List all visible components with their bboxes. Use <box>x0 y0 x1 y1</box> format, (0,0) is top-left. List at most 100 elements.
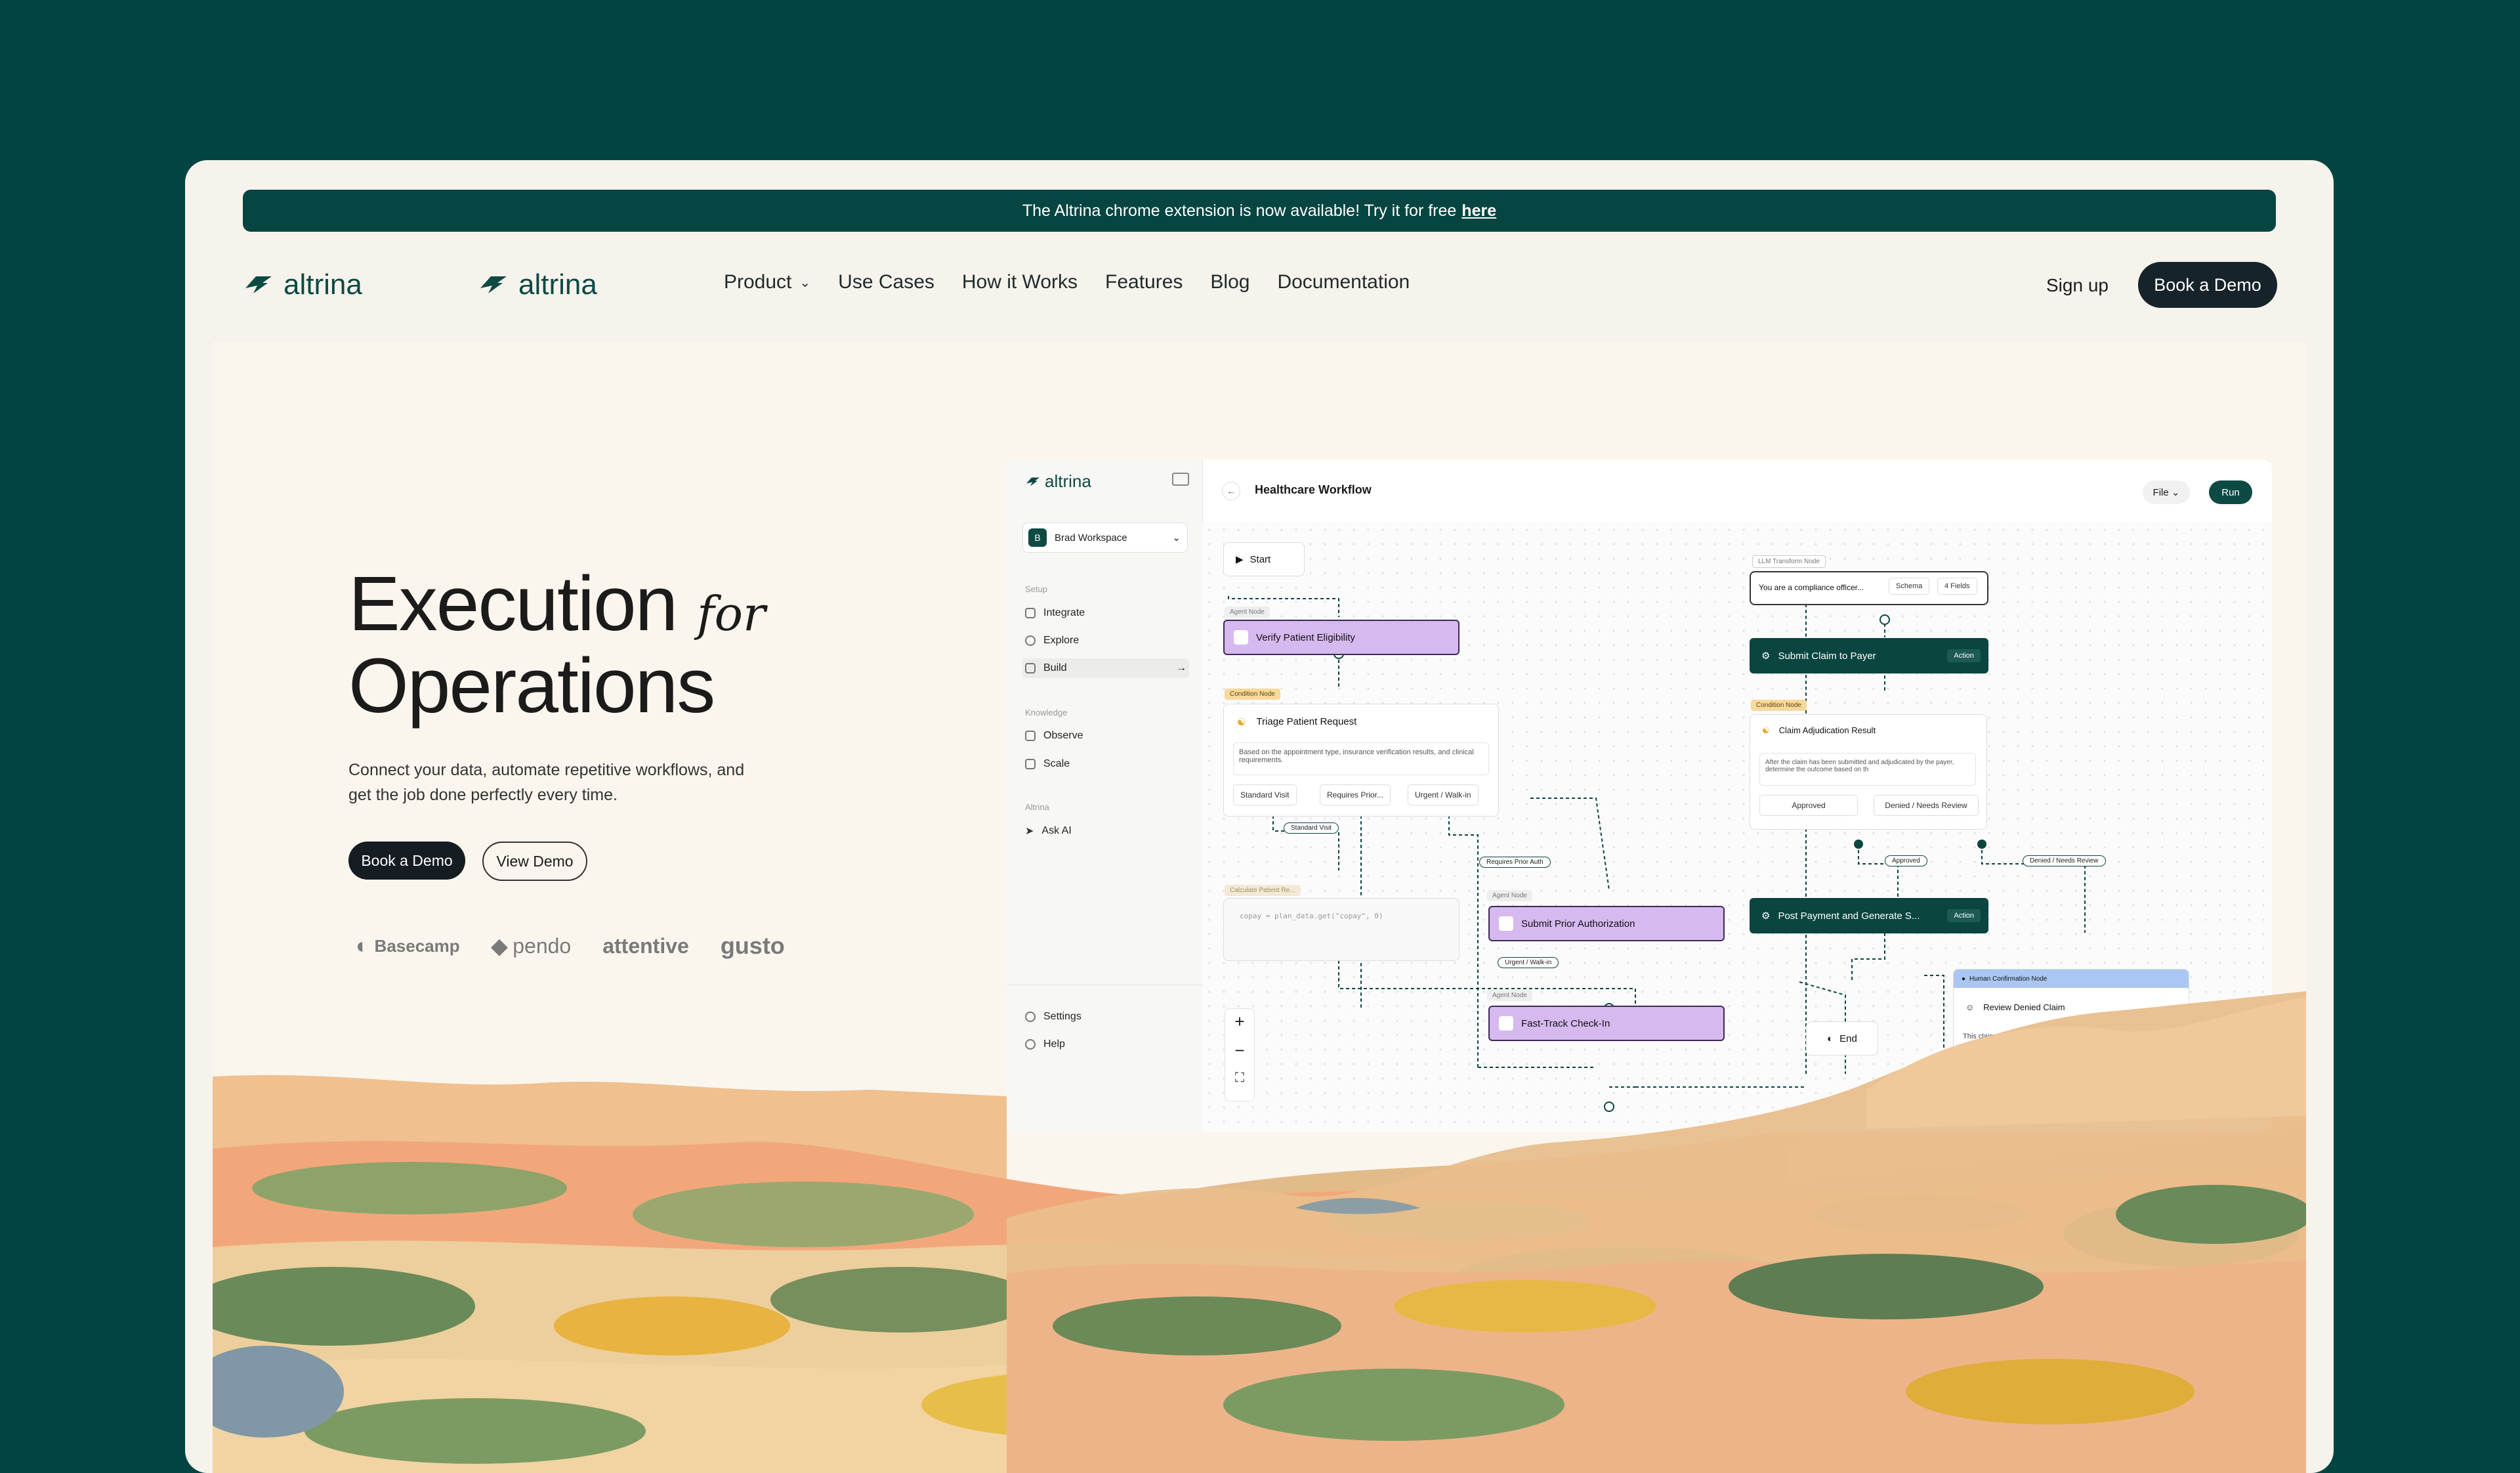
submit-claim-node[interactable]: ⚙ Submit Claim to Payer Action <box>1750 638 1988 673</box>
llm-tag: LLM Transform Node <box>1752 555 1826 568</box>
sidebar-toggle-icon[interactable] <box>1172 473 1189 486</box>
pill-standard-visit: Standard Visit <box>1284 822 1339 834</box>
post-payment-node[interactable]: ⚙ Post Payment and Generate S... Action <box>1750 898 1988 933</box>
basecamp-icon: ◐ <box>356 933 369 958</box>
book-demo-button[interactable]: Book a Demo <box>2138 262 2277 308</box>
stop-icon: ◐ <box>1827 1033 1834 1044</box>
sidebar-item-scale[interactable]: Scale <box>1025 758 1070 770</box>
calculate-node[interactable]: copay = plan_data.get("copay", 0) <box>1223 898 1460 961</box>
option-urgent[interactable]: Urgent / Walk-in <box>1408 784 1479 805</box>
workflow-header: ← Healthcare Workflow File ⌄ Run <box>1202 459 2272 523</box>
agent-tag: Agent Node <box>1225 607 1270 618</box>
person-icon: ☺ <box>1965 1002 1975 1012</box>
section-setup: Setup <box>1025 584 1047 594</box>
logo-icon <box>245 276 272 293</box>
user-icon: ● <box>1962 975 1966 983</box>
nav-product[interactable]: Product ⌄ <box>724 271 810 293</box>
agent-tag-3: Agent Node <box>1487 990 1532 1001</box>
calculate-tag: Calculate Patient Re... <box>1225 885 1301 896</box>
option-requires-prior[interactable]: Requires Prior... <box>1320 784 1391 805</box>
app-preview: altrina B Brad Workspace ⌄ Setup Integra… <box>1007 459 2272 1132</box>
customer-logos: ◐ Basecamp ◆ pendo attentive gusto <box>356 932 785 960</box>
chevron-down-icon: ⌄ <box>1172 532 1181 544</box>
nav-features[interactable]: Features <box>1105 271 1183 293</box>
branch-icon: ☯ <box>1237 717 1246 728</box>
sidebar-item-observe[interactable]: Observe <box>1025 730 1083 742</box>
view-demo-button[interactable]: View Demo <box>482 842 587 881</box>
eye-icon <box>1025 731 1036 741</box>
altrina-icon: ➤ <box>1025 826 1034 837</box>
nav-use-cases[interactable]: Use Cases <box>838 271 934 293</box>
zoom-in-icon[interactable]: + <box>1225 1012 1254 1032</box>
agent-icon <box>1499 1016 1513 1031</box>
logo-icon <box>1026 477 1040 486</box>
option-approved[interactable]: Approved <box>1759 795 1858 816</box>
agent-icon <box>1499 916 1513 931</box>
nav-documentation[interactable]: Documentation <box>1277 271 1410 293</box>
workspace-badge: B <box>1028 528 1047 547</box>
gear-icon: ⚙ <box>1761 651 1771 662</box>
back-icon[interactable]: ← <box>1222 482 1240 500</box>
announcement-banner: The Altrina chrome extension is now avai… <box>243 190 2276 232</box>
sidebar-item-explore[interactable]: Explore <box>1025 635 1079 647</box>
nav-blog[interactable]: Blog <box>1210 271 1250 293</box>
end-node[interactable]: ◐ End <box>1806 1021 1878 1056</box>
scale-icon <box>1025 759 1036 769</box>
compass-icon <box>1025 635 1036 646</box>
hero-title: Execution for Operations <box>348 561 766 729</box>
branch-icon: ☯ <box>1762 725 1770 735</box>
logo-secondary[interactable]: altrina <box>478 268 597 301</box>
run-button[interactable]: Run <box>2209 480 2252 504</box>
hero-subtitle: Connect your data, automate repetitive w… <box>348 761 745 804</box>
gusto-logo: gusto <box>720 932 785 959</box>
play-icon: ▶ <box>1236 554 1244 565</box>
top-nav: altrina altrina Product ⌄ Use Cases How i… <box>243 262 2277 309</box>
file-menu-button[interactable]: File ⌄ <box>2143 480 2190 504</box>
pill-urgent-walk-in: Urgent / Walk-in <box>1498 957 1559 968</box>
sidebar-item-ask-ai[interactable]: ➤ Ask AI <box>1025 824 1072 838</box>
gear-icon <box>1025 1012 1036 1022</box>
llm-transform-node[interactable]: You are a compliance officer... Schema 4… <box>1750 571 1988 605</box>
arrow-right-icon: → <box>1176 662 1186 673</box>
logo[interactable]: altrina <box>243 268 362 301</box>
nav-how-it-works[interactable]: How it Works <box>962 271 1078 293</box>
human-confirmation-node[interactable]: ● Human Confirmation Node ☺ Review Denied … <box>1953 969 2189 1113</box>
logo-text: altrina <box>518 268 597 301</box>
triage-description: Based on the appointment type, insurance… <box>1233 742 1489 775</box>
fast-track-node[interactable]: Fast-Track Check-In <box>1488 1006 1725 1041</box>
verify-eligibility-node[interactable]: Verify Patient Eligibility <box>1223 620 1460 655</box>
app-logo[interactable]: altrina <box>1025 471 1091 492</box>
claim-result-node[interactable]: ☯ Claim Adjudication Result After the cla… <box>1750 714 1987 830</box>
browser-frame: The Altrina chrome extension is now avai… <box>185 160 2334 1473</box>
pill-requires-prior-auth: Requires Prior Auth <box>1479 857 1551 868</box>
accept-button[interactable]: Accept <box>1993 1056 2015 1064</box>
start-node[interactable]: ▶ Start <box>1223 542 1305 576</box>
sidebar-item-integrate[interactable]: Integrate <box>1025 607 1085 619</box>
condition-tag: Condition Node <box>1225 689 1280 700</box>
fit-view-icon[interactable]: ⛶ <box>1225 1071 1254 1086</box>
triage-node[interactable]: ☯ Triage Patient Request Based on the app… <box>1223 704 1499 817</box>
section-knowledge: Knowledge <box>1025 708 1068 717</box>
signup-link[interactable]: Sign up <box>2046 275 2109 296</box>
schema-chip[interactable]: Schema <box>1889 578 1930 595</box>
sidebar-item-settings[interactable]: Settings <box>1025 1011 1082 1023</box>
banner-link[interactable]: here <box>1461 202 1496 221</box>
hero-book-demo-button[interactable]: Book a Demo <box>348 842 465 880</box>
workflow-canvas[interactable]: ▶ Start Agent Node Verify Patient Eligibi… <box>1202 523 2272 1132</box>
submit-prior-auth-node[interactable]: Submit Prior Authorization <box>1488 906 1725 941</box>
option-denied[interactable]: Denied / Needs Review <box>1874 795 1979 816</box>
workspace-selector[interactable]: B Brad Workspace ⌄ <box>1022 523 1188 553</box>
fields-chip[interactable]: 4 Fields <box>1937 578 1977 595</box>
link-icon <box>1025 608 1036 618</box>
code-snippet: copay = plan_data.get("copay", 0) <box>1240 912 1383 920</box>
sidebar-item-help[interactable]: Help <box>1025 1038 1065 1050</box>
logo-text: altrina <box>284 268 362 301</box>
zoom-out-icon[interactable]: − <box>1225 1040 1254 1061</box>
workflow-title: Healthcare Workflow <box>1255 483 1372 496</box>
pendo-logo: ◆ pendo <box>491 933 572 958</box>
pendo-icon: ◆ <box>491 934 508 958</box>
sidebar-item-build[interactable]: Build → <box>1022 658 1189 678</box>
app-sidebar: altrina B Brad Workspace ⌄ Setup Integra… <box>1007 459 1203 1132</box>
logo-icon <box>480 276 507 293</box>
option-standard-visit[interactable]: Standard Visit <box>1233 784 1297 805</box>
